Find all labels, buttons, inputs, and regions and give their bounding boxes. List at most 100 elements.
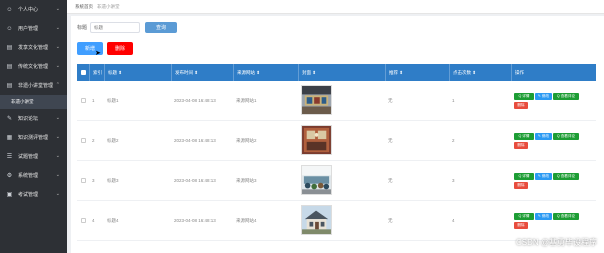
cell-recommend: 无	[388, 177, 393, 183]
sidebar-item-label: 知识测评管理	[18, 135, 49, 141]
col-index: 索引	[89, 64, 104, 81]
row-checkbox[interactable]	[81, 97, 86, 103]
chevron-down-icon: ⌄	[55, 44, 60, 50]
row-delete-button[interactable]: 删除	[514, 101, 528, 109]
cover-image	[301, 125, 332, 155]
sidebar-item-culture-share[interactable]: ▤ 发享文化管理 ⌄	[0, 38, 67, 57]
row-checkbox[interactable]	[81, 217, 86, 223]
sidebar-item-label: 试题管理	[18, 154, 39, 160]
edit-button[interactable]: ✎ 修改	[535, 132, 552, 140]
row-delete-button[interactable]: 删除	[514, 221, 528, 229]
col-cover[interactable]: 封面 ⬍	[298, 64, 385, 81]
sidebar-item-label: 知识论坛	[18, 116, 39, 122]
sidebar-item-forum[interactable]: ✎ 知识论坛 ⌄	[0, 109, 67, 128]
sidebar-item-label: 发享文化管理	[18, 45, 49, 51]
detail-button[interactable]: Q 详情	[514, 132, 534, 140]
sidebar-subitem-heritage-class[interactable]: 非遗小讲堂	[0, 95, 67, 109]
sidebar: ☺ 个人中心 ⌄ ☺ 用户管理 ⌄ ▤ 发享文化管理 ⌄ ▤ 传统文化管理 ⌄ …	[0, 0, 67, 253]
edit-button[interactable]: ✎ 修改	[535, 172, 552, 180]
table-row: 3 标题3 2023-04-08 16:48:13 来源网站3 无 3 Q 详情…	[77, 161, 596, 201]
cell-clicks: 4	[452, 218, 455, 223]
cell-time: 2023-04-08 16:48:13	[174, 98, 216, 103]
content-panel: 标题 查询 新增 ➤ 删除 索引 标题 ⬍ 发布时间 ⬍ 来源网站 ⬍ 封面 ⬍…	[71, 16, 604, 253]
cover-image	[301, 85, 332, 115]
sidebar-item-label: 考试管理	[18, 192, 39, 198]
cell-index: 3	[92, 178, 95, 183]
view-comments-button[interactable]: Q 查看评论	[553, 172, 579, 180]
chevron-down-icon: ⌄	[55, 6, 60, 12]
view-comments-button[interactable]: Q 查看评论	[553, 132, 579, 140]
mouse-cursor-icon: ➤	[95, 50, 101, 57]
sidebar-item-exam[interactable]: ▣ 考试管理 ⌄	[0, 185, 67, 204]
sidebar-item-questions[interactable]: ☰ 试题管理 ⌄	[0, 147, 67, 166]
query-button[interactable]: 查询	[145, 22, 178, 33]
gear-icon: ⚙	[6, 173, 13, 179]
row-delete-button[interactable]: 删除	[514, 141, 528, 149]
view-comments-button[interactable]: Q 查看评论	[553, 212, 579, 220]
view-comments-button[interactable]: Q 查看评论	[553, 92, 579, 100]
select-all-checkbox[interactable]	[81, 69, 86, 75]
chevron-down-icon: ⌄	[55, 63, 60, 69]
cell-index: 4	[92, 218, 95, 223]
edit-button[interactable]: ✎ 修改	[535, 212, 552, 220]
book-icon: ▤	[6, 83, 13, 89]
row-checkbox[interactable]	[81, 177, 86, 183]
col-time[interactable]: 发布时间 ⬍	[171, 64, 233, 81]
search-input[interactable]	[90, 22, 141, 33]
table-row: 4 标题4 2023-04-08 16:48:13 来源网站4 无 4 Q 详情…	[77, 201, 596, 241]
chevron-down-icon: ⌄	[55, 172, 60, 178]
users-icon: ☺	[6, 25, 13, 32]
cell-source: 来源网站2	[236, 137, 257, 143]
breadcrumb-current: 非遗小讲堂	[97, 3, 120, 9]
forum-icon: ✎	[6, 116, 13, 122]
exam-icon: ▣	[6, 192, 13, 198]
detail-button[interactable]: Q 详情	[514, 212, 534, 220]
book-icon: ▤	[6, 45, 13, 51]
detail-button[interactable]: Q 详情	[514, 92, 534, 100]
chevron-down-icon: ⌄	[55, 115, 60, 121]
col-source[interactable]: 来源网站 ⬍	[233, 64, 298, 81]
cell-clicks: 1	[452, 98, 455, 103]
cell-recommend: 无	[388, 217, 393, 223]
edit-button[interactable]: ✎ 修改	[535, 92, 552, 100]
cell-title: 标题1	[107, 97, 119, 103]
clipboard-icon: ▦	[6, 135, 13, 141]
detail-button[interactable]: Q 详情	[514, 172, 534, 180]
row-checkbox[interactable]	[81, 137, 86, 143]
table-row: 1 标题1 2023-04-08 16:48:13 来源网站1 无 1 Q 详情…	[77, 81, 596, 121]
col-clicks[interactable]: 点击次数 ⬍	[449, 64, 511, 81]
table-header: 索引 标题 ⬍ 发布时间 ⬍ 来源网站 ⬍ 封面 ⬍ 推荐 ⬍ 点击次数 ⬍ 操…	[77, 64, 596, 81]
sidebar-item-personal[interactable]: ☺ 个人中心 ⌄	[0, 0, 67, 19]
watermark: CSDN @基勇毕设程序	[515, 238, 597, 247]
search-label: 标题	[77, 25, 88, 31]
sidebar-item-users[interactable]: ☺ 用户管理 ⌄	[0, 19, 67, 38]
cell-time: 2023-04-08 16:48:13	[174, 178, 216, 183]
cell-source: 来源网站3	[236, 177, 257, 183]
breadcrumb: 系统首页 非遗小讲堂	[67, 0, 604, 14]
delete-button[interactable]: 删除	[107, 42, 133, 55]
sidebar-item-traditional-culture[interactable]: ▤ 传统文化管理 ⌄	[0, 57, 67, 76]
sidebar-item-label: 非遗小讲堂管理	[18, 83, 54, 89]
cell-index: 2	[92, 138, 95, 143]
sidebar-item-heritage-class[interactable]: ▤ 非遗小讲堂管理 ⌃	[0, 76, 67, 95]
cell-clicks: 3	[452, 178, 455, 183]
cell-title: 标题3	[107, 177, 119, 183]
cell-recommend: 无	[388, 137, 393, 143]
row-delete-button[interactable]: 删除	[514, 181, 528, 189]
cell-title: 标题2	[107, 137, 119, 143]
add-button[interactable]: 新增 ➤	[77, 42, 103, 57]
breadcrumb-home[interactable]: 系统首页	[75, 4, 93, 10]
chevron-down-icon: ⌄	[55, 153, 60, 159]
cover-image	[301, 165, 332, 195]
cover-image	[301, 205, 332, 235]
col-recommend[interactable]: 推荐 ⬍	[385, 64, 449, 81]
sidebar-item-knowledge-test[interactable]: ▦ 知识测评管理 ⌄	[0, 128, 67, 147]
sidebar-item-system[interactable]: ⚙ 系统管理 ⌄	[0, 166, 67, 185]
chevron-down-icon: ⌄	[55, 134, 60, 140]
book-icon: ▤	[6, 64, 13, 70]
toolbar: 新增 ➤ 删除	[77, 42, 133, 57]
col-title[interactable]: 标题 ⬍	[104, 64, 171, 81]
cell-index: 1	[92, 98, 95, 103]
main-area: 系统首页 非遗小讲堂 标题 查询 新增 ➤ 删除 索引 标题 ⬍ 发布时间 ⬍ …	[67, 0, 604, 253]
chevron-down-icon: ⌄	[55, 191, 60, 197]
